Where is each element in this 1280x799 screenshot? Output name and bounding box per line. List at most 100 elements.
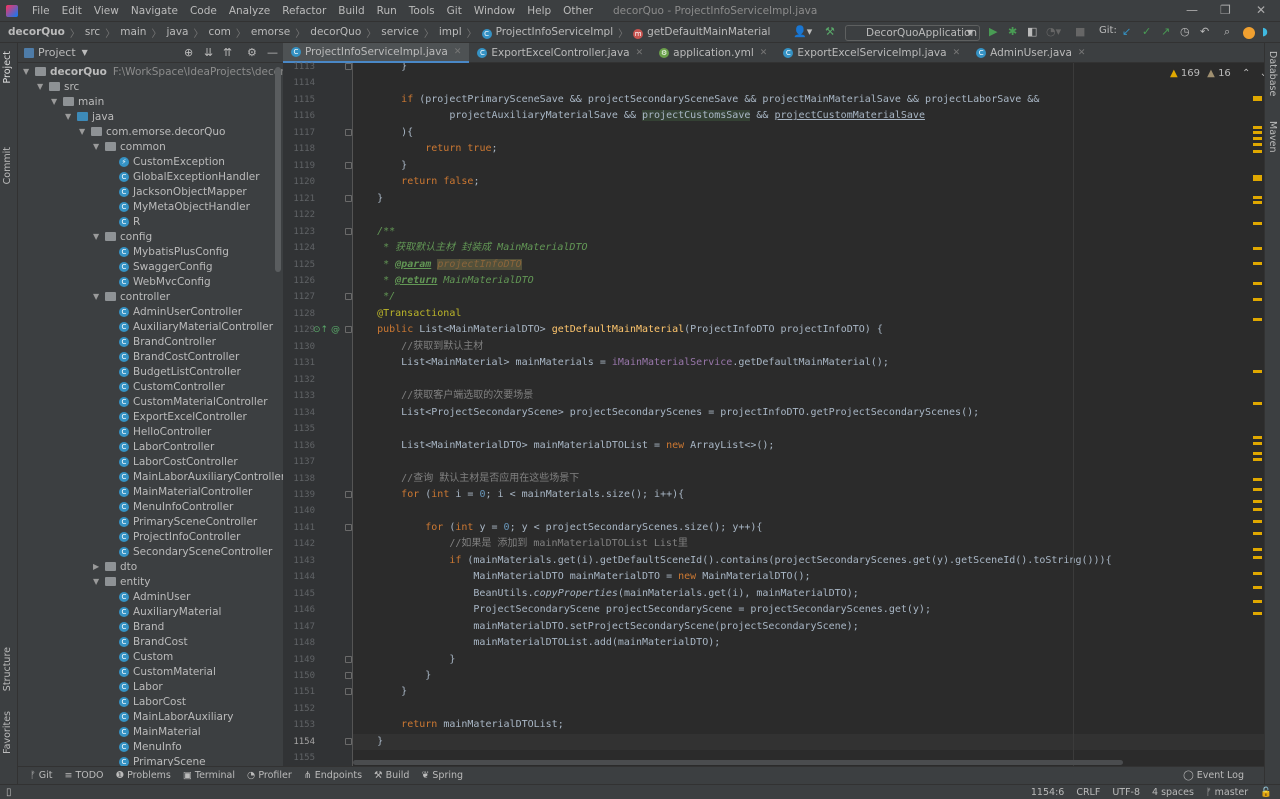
stop-icon[interactable]: ■ [1075,25,1085,38]
event-log-button[interactable]: ◯ Event Log [1183,770,1244,781]
line-separator[interactable]: CRLF [1076,787,1100,798]
tree-item[interactable]: ▼ decorQuo F:\WorkSpace\IdeaProjects\decor… [23,64,283,79]
code-line[interactable]: for (int y = 0; y < projectSecondaryScen… [353,520,762,536]
code-line[interactable]: } [353,668,431,684]
chevron-down-icon[interactable]: ▼ [79,127,91,136]
code-line[interactable]: /** [353,224,395,240]
code-line[interactable]: for (int i = 0; i < mainMaterials.size()… [353,487,684,503]
tree-item[interactable]: C CustomMaterial [107,664,216,679]
warning-stripe-mark[interactable] [1253,572,1262,575]
tree-item[interactable]: C Labor [107,679,163,694]
warning-stripe-mark[interactable] [1253,370,1262,373]
tree-item[interactable]: C ProjectInfoController [107,529,240,544]
tree-item[interactable]: ▼ src [37,79,79,94]
maven-tool-tab[interactable]: Maven [1267,121,1278,153]
code-line[interactable]: MainMaterialDTO mainMaterialDTO = new Ma… [353,569,810,585]
tool-window-todo[interactable]: ≡ TODO [64,770,103,781]
minimize-button[interactable]: — [1186,3,1198,17]
menu-refactor[interactable]: Refactor [276,5,332,17]
tree-item[interactable]: C PrimarySceneController [107,514,257,529]
code-line[interactable]: * @return MainMaterialDTO [353,273,534,289]
tree-item[interactable]: C BudgetListController [107,364,241,379]
account-icon[interactable]: 👤▾ [793,25,812,38]
code-line[interactable]: return mainMaterialDTOList; [353,717,564,733]
warning-stripe-mark[interactable] [1253,282,1262,285]
chevron-down-icon[interactable]: ▼ [82,48,88,57]
menu-analyze[interactable]: Analyze [223,5,276,17]
close-button[interactable]: ✕ [1256,3,1266,17]
gear-icon[interactable]: ⚙ [247,46,257,59]
warning-stripe-mark[interactable] [1253,150,1262,153]
chevron-down-icon[interactable]: ▼ [23,67,35,76]
tree-item[interactable]: C MainLaborAuxiliaryController [107,469,283,484]
tree-item[interactable]: CR [107,214,140,229]
warning-stripe-mark[interactable] [1253,196,1262,199]
code-line[interactable]: if (projectPrimarySceneSave && projectSe… [353,92,1039,108]
breadcrumb-item[interactable]: java [166,26,188,38]
fold-marker-icon[interactable] [345,523,352,531]
hide-icon[interactable]: — [267,46,278,59]
fold-marker-icon[interactable] [345,655,352,663]
tab-exportexcelserviceimpl-java[interactable]: C ExportExcelServiceImpl.java ✕ [775,43,968,63]
tree-item[interactable]: C SecondarySceneController [107,544,272,559]
git-commit-icon[interactable]: ✓ [1142,25,1151,38]
menu-other[interactable]: Other [557,5,599,17]
warning-stripe-mark[interactable] [1253,556,1262,559]
code-line[interactable]: //获取客户端选取的次要场景 [353,388,533,404]
warning-stripe-mark[interactable] [1253,586,1262,589]
tree-scrollbar[interactable] [275,67,281,272]
editor-horizontal-scrollbar[interactable] [353,760,1123,765]
close-tab-icon[interactable]: ✕ [760,48,768,58]
code-line[interactable]: mainMaterialDTOList.add(mainMaterialDTO)… [353,635,720,651]
tool-window-git[interactable]: ᚠ Git [30,770,52,781]
tree-item[interactable]: ▶ dto [93,559,137,574]
breadcrumb-item[interactable]: service [381,26,419,38]
tab-application-yml[interactable]: ⚙ application.yml ✕ [651,43,775,63]
code-line[interactable]: @Transactional [353,306,461,322]
tree-item[interactable]: C HelloController [107,424,211,439]
menu-tools[interactable]: Tools [403,5,441,17]
chevron-down-icon[interactable]: ▼ [51,97,63,106]
tree-item[interactable]: ▼ config [93,229,152,244]
database-tool-tab[interactable]: Database [1267,51,1278,96]
tree-item[interactable]: C WebMvcConfig [107,274,211,289]
code-line[interactable]: } [353,191,383,207]
close-tab-icon[interactable]: ✕ [953,48,961,58]
tree-item[interactable]: C Custom [107,649,173,664]
debug-icon[interactable]: ✱ [1008,25,1017,38]
fold-marker-icon[interactable] [345,293,352,301]
tree-item[interactable]: ▼ common [93,139,166,154]
fold-marker-icon[interactable] [345,161,352,169]
tree-item[interactable]: C ExportExcelController [107,409,247,424]
breadcrumb-item[interactable]: com [208,26,230,38]
menu-run[interactable]: Run [371,5,403,17]
tool-window-build[interactable]: ⚒ Build [374,770,409,781]
warning-stripe-mark[interactable] [1253,262,1262,265]
warning-stripe-mark[interactable] [1253,201,1262,204]
chevron-down-icon[interactable]: ▼ [93,142,105,151]
rollback-icon[interactable]: ↶ [1200,25,1209,38]
update-icon[interactable] [1243,27,1255,39]
tab-projectinfoserviceimpl-java[interactable]: C ProjectInfoServiceImpl.java ✕ [283,43,470,63]
code-line[interactable]: List<ProjectSecondaryScene> projectSecon… [353,405,979,421]
fold-marker-icon[interactable] [345,194,352,202]
chevron-down-icon[interactable]: ▼ [93,577,105,586]
tree-item[interactable]: C Brand [107,619,164,634]
warning-stripe-mark[interactable] [1253,612,1262,615]
code-line[interactable]: } [353,652,455,668]
tool-window-terminal[interactable]: ▣ Terminal [183,770,235,781]
warning-stripe-mark[interactable] [1253,600,1262,603]
warning-stripe-mark[interactable] [1253,137,1262,140]
warning-stripe-mark[interactable] [1253,442,1262,445]
code-line[interactable]: ){ [353,125,413,141]
tree-item[interactable]: C MainLaborAuxiliary [107,709,234,724]
chevron-right-icon[interactable]: ▶ [93,562,105,571]
menu-build[interactable]: Build [332,5,370,17]
layout-toggle-icon[interactable]: ▯ [6,787,12,798]
warning-stripe-mark[interactable] [1253,222,1262,225]
tree-item[interactable]: C AuxiliaryMaterialController [107,319,273,334]
warning-stripe-mark[interactable] [1253,452,1262,455]
breadcrumb-item[interactable]: main [120,26,146,38]
tree-item[interactable]: ⚡ CustomException [107,154,225,169]
fold-marker-icon[interactable] [345,672,352,680]
